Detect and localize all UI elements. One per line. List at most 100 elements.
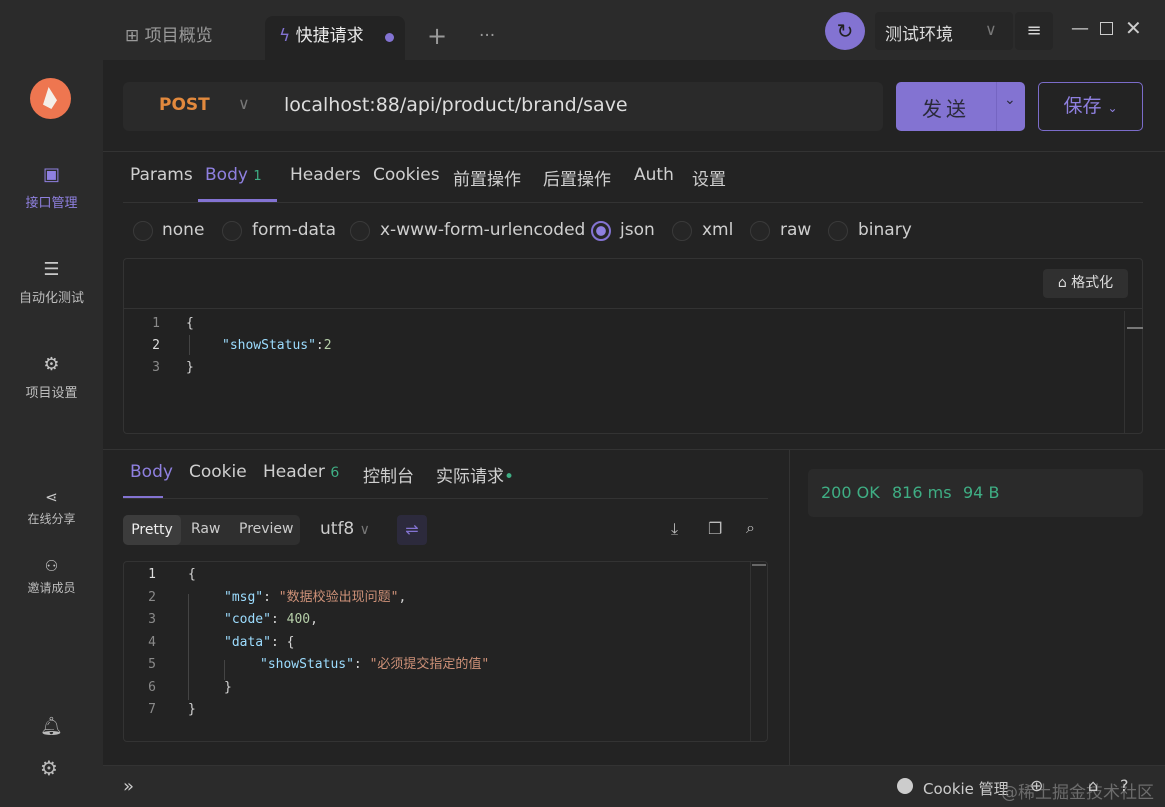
radio-form-data[interactable] [222, 221, 242, 241]
tab-params[interactable]: Params [130, 165, 193, 185]
status-code: 200 OK [821, 483, 880, 502]
gear-icon[interactable]: ⚙ [40, 756, 58, 780]
unsaved-dot [385, 33, 394, 42]
tab-post-operations[interactable]: 后置操作 [543, 165, 611, 190]
download-icon[interactable]: ⤓ [671, 519, 678, 539]
send-button[interactable]: 发送 ⌄ [896, 82, 1025, 131]
maximize-button[interactable] [1100, 22, 1113, 35]
environment-select[interactable]: 测试环境 ∨ [875, 12, 1013, 50]
status-dot: • [504, 467, 515, 487]
sidebar-item-settings[interactable]: ⚙ 项目设置 [0, 354, 103, 401]
code-key: "showStatus" [222, 338, 316, 353]
tab-label: Header [263, 462, 325, 482]
api-icon: ▣ [42, 164, 60, 185]
response-size: 94 B [963, 483, 1000, 502]
sidebar-label: 邀请成员 [27, 581, 76, 595]
automation-icon: ☰ [43, 259, 60, 280]
tab-auth[interactable]: Auth [634, 165, 674, 185]
tab-label: 快捷请求 [295, 26, 364, 46]
response-status-bar: 200 OK 816 ms 94 B [808, 469, 1143, 517]
view-raw[interactable]: Raw [191, 521, 220, 537]
scrollbar[interactable] [752, 564, 766, 566]
tab-headers[interactable]: Headers [290, 165, 361, 185]
tab-badge: 1 [253, 169, 262, 184]
response-tab-body[interactable]: Body [130, 462, 173, 482]
sidebar-item-share[interactable]: ⋖ 在线分享 [0, 486, 103, 527]
more-tabs-button[interactable]: ··· [479, 16, 495, 60]
watermark: @稀土掘金技术社区 [1001, 783, 1154, 803]
radio-label: form-data [252, 220, 337, 240]
share-icon: ⋖ [45, 488, 58, 506]
view-preview[interactable]: Preview [239, 521, 294, 537]
view-mode-group: Pretty Raw Preview [123, 515, 300, 545]
response-tab-header[interactable]: Header 6 [263, 462, 339, 482]
radio-raw[interactable] [750, 221, 770, 241]
sync-icon[interactable]: ↻ [825, 12, 865, 50]
upload-icon[interactable]: ⊕ [1030, 776, 1043, 795]
json-key: "msg" [224, 589, 264, 605]
view-pretty[interactable]: Pretty [123, 515, 181, 545]
chevron-down-icon: ⌄ [1107, 101, 1118, 115]
tab-quick-request[interactable]: ϟ 快捷请求 [265, 16, 405, 60]
radio-xml[interactable] [672, 221, 692, 241]
tab-label: 项目概览 [144, 26, 213, 46]
add-tab-button[interactable]: + [427, 16, 447, 60]
sidebar-item-api[interactable]: ▣ 接口管理 [0, 164, 103, 211]
radio-label: raw [780, 220, 812, 240]
minimize-button[interactable]: — [1071, 18, 1089, 39]
request-body-editor[interactable]: ⌂ 格式化 1{ 2 "showStatus":2 3} [123, 258, 1143, 434]
save-button[interactable]: 保存 ⌄ [1038, 82, 1143, 131]
response-body-viewer[interactable]: 1{ 2 "msg": "数据校验出现问题", 3 "code": 400, 4 "d… [123, 561, 768, 742]
encoding-label: utf8 [320, 519, 355, 539]
expand-icon[interactable]: » [123, 776, 134, 797]
json-value: "数据校验出现问题" [278, 589, 399, 605]
invite-icon: ⚇ [44, 557, 59, 575]
response-tab-cookie[interactable]: Cookie [189, 462, 247, 482]
footer: » Cookie 管理 @稀土掘金技术社区 ⊕ ⌂ ? [103, 765, 1165, 807]
sidebar-item-automation[interactable]: ☰ 自动化测试 [0, 259, 103, 306]
help-icon[interactable]: ? [1120, 776, 1129, 795]
response-tab-console[interactable]: 控制台 [363, 462, 414, 487]
response-tab-actual-request[interactable]: 实际请求• [436, 462, 514, 487]
chevron-down-icon: ∨ [359, 522, 370, 538]
close-button[interactable]: ✕ [1125, 16, 1142, 40]
tab-cookies[interactable]: Cookies [373, 165, 440, 185]
format-button[interactable]: ⌂ 格式化 [1043, 269, 1128, 298]
tab-settings[interactable]: 设置 [692, 165, 726, 190]
radio-label: xml [702, 220, 734, 240]
radio-binary[interactable] [828, 221, 848, 241]
encoding-select[interactable]: utf8 ∨ [320, 519, 370, 539]
radio-json[interactable] [591, 221, 611, 241]
response-time: 816 ms [892, 483, 952, 502]
chevron-down-icon[interactable]: ⌄ [1004, 92, 1016, 108]
tab-pre-operations[interactable]: 前置操作 [453, 165, 521, 190]
menu-icon[interactable]: ≡ [1015, 12, 1053, 50]
sidebar-label: 自动化测试 [18, 291, 84, 306]
tab-project-overview[interactable]: ⊞ 项目概览 [125, 16, 213, 60]
json-value: 400 [286, 612, 311, 627]
format-icon: ⌂ [1057, 275, 1072, 291]
radio-none[interactable] [133, 221, 153, 241]
json-key: "code" [224, 612, 271, 627]
settings-icon: ⚙ [43, 354, 60, 375]
cookie-manager-button[interactable]: Cookie 管理 [923, 778, 1009, 799]
copy-icon[interactable]: ❐ [708, 519, 722, 538]
url-input[interactable]: localhost:88/api/product/brand/save [284, 94, 628, 116]
tab-bar: ⊞ 项目概览 ϟ 快捷请求 + ··· ↻ 测试环境 ∨ ≡ — ✕ [103, 0, 1165, 60]
method-select[interactable]: POST [159, 95, 210, 115]
format-label: 格式化 [1071, 275, 1114, 291]
gift-icon[interactable]: ⌂ [1088, 776, 1098, 795]
sidebar-item-invite[interactable]: ⚇ 邀请成员 [0, 555, 103, 596]
send-label: 发送 [922, 97, 970, 121]
tab-body[interactable]: Body 1 [205, 165, 262, 185]
code-value: 2 [323, 338, 332, 353]
radio-label: json [620, 220, 655, 240]
code-brace: { [186, 316, 194, 331]
radio-label: x-www-form-urlencoded [380, 220, 586, 240]
radio-urlencoded[interactable] [350, 221, 370, 241]
app-logo [30, 78, 71, 119]
wrap-icon[interactable]: ⇌ [397, 515, 427, 545]
bell-icon[interactable]: 🔔︎ [40, 716, 63, 737]
search-icon[interactable]: ⌕ [746, 518, 755, 538]
scrollbar[interactable] [1127, 327, 1143, 329]
